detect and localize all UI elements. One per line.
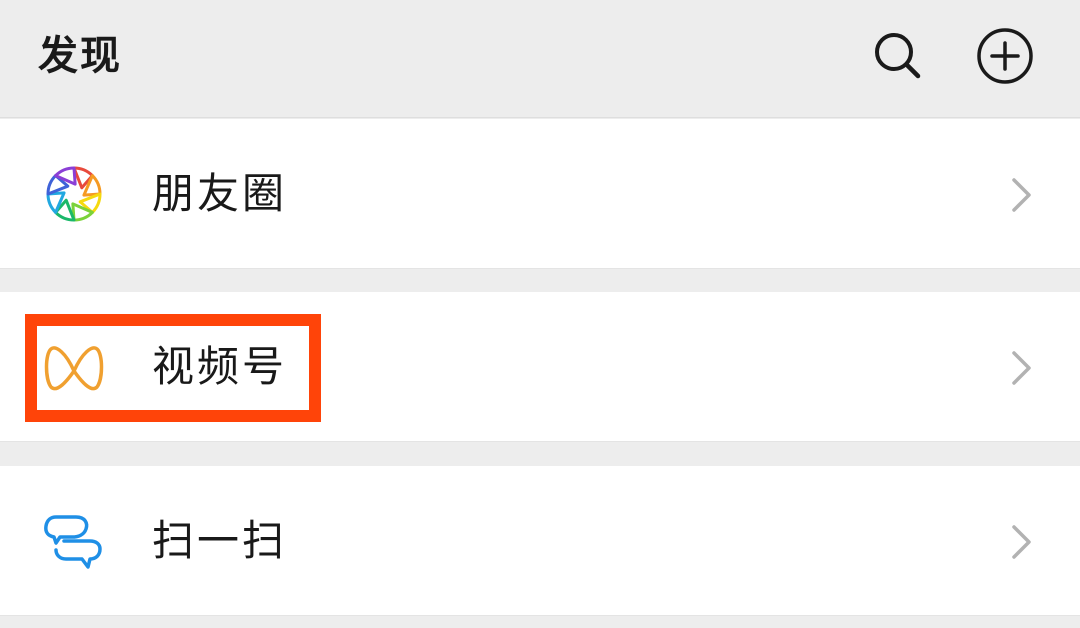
plus-circle-icon[interactable] <box>975 26 1035 86</box>
header-bar: 发现 <box>0 0 1080 118</box>
list-item-channels[interactable]: 视频号 <box>0 292 1080 442</box>
chevron-right-icon <box>1008 177 1034 213</box>
header-divider <box>0 117 1080 118</box>
list-item-label: 朋友圈 <box>152 169 288 218</box>
row-divider <box>0 441 1080 442</box>
scan-icon <box>42 511 106 571</box>
list-item-moments[interactable]: 朋友圈 <box>0 119 1080 269</box>
search-icon[interactable] <box>868 26 928 86</box>
list-item-scan[interactable]: 扫一扫 <box>0 466 1080 616</box>
list-item-label: 视频号 <box>152 342 288 391</box>
row-divider <box>0 268 1080 269</box>
chevron-right-icon <box>1008 524 1034 560</box>
moments-aperture-icon <box>42 164 106 224</box>
chevron-right-icon <box>1008 350 1034 386</box>
bottom-spacer <box>0 616 1080 628</box>
channels-icon <box>42 337 106 397</box>
list-item-label: 扫一扫 <box>152 516 288 565</box>
page-title: 发现 <box>38 33 122 79</box>
